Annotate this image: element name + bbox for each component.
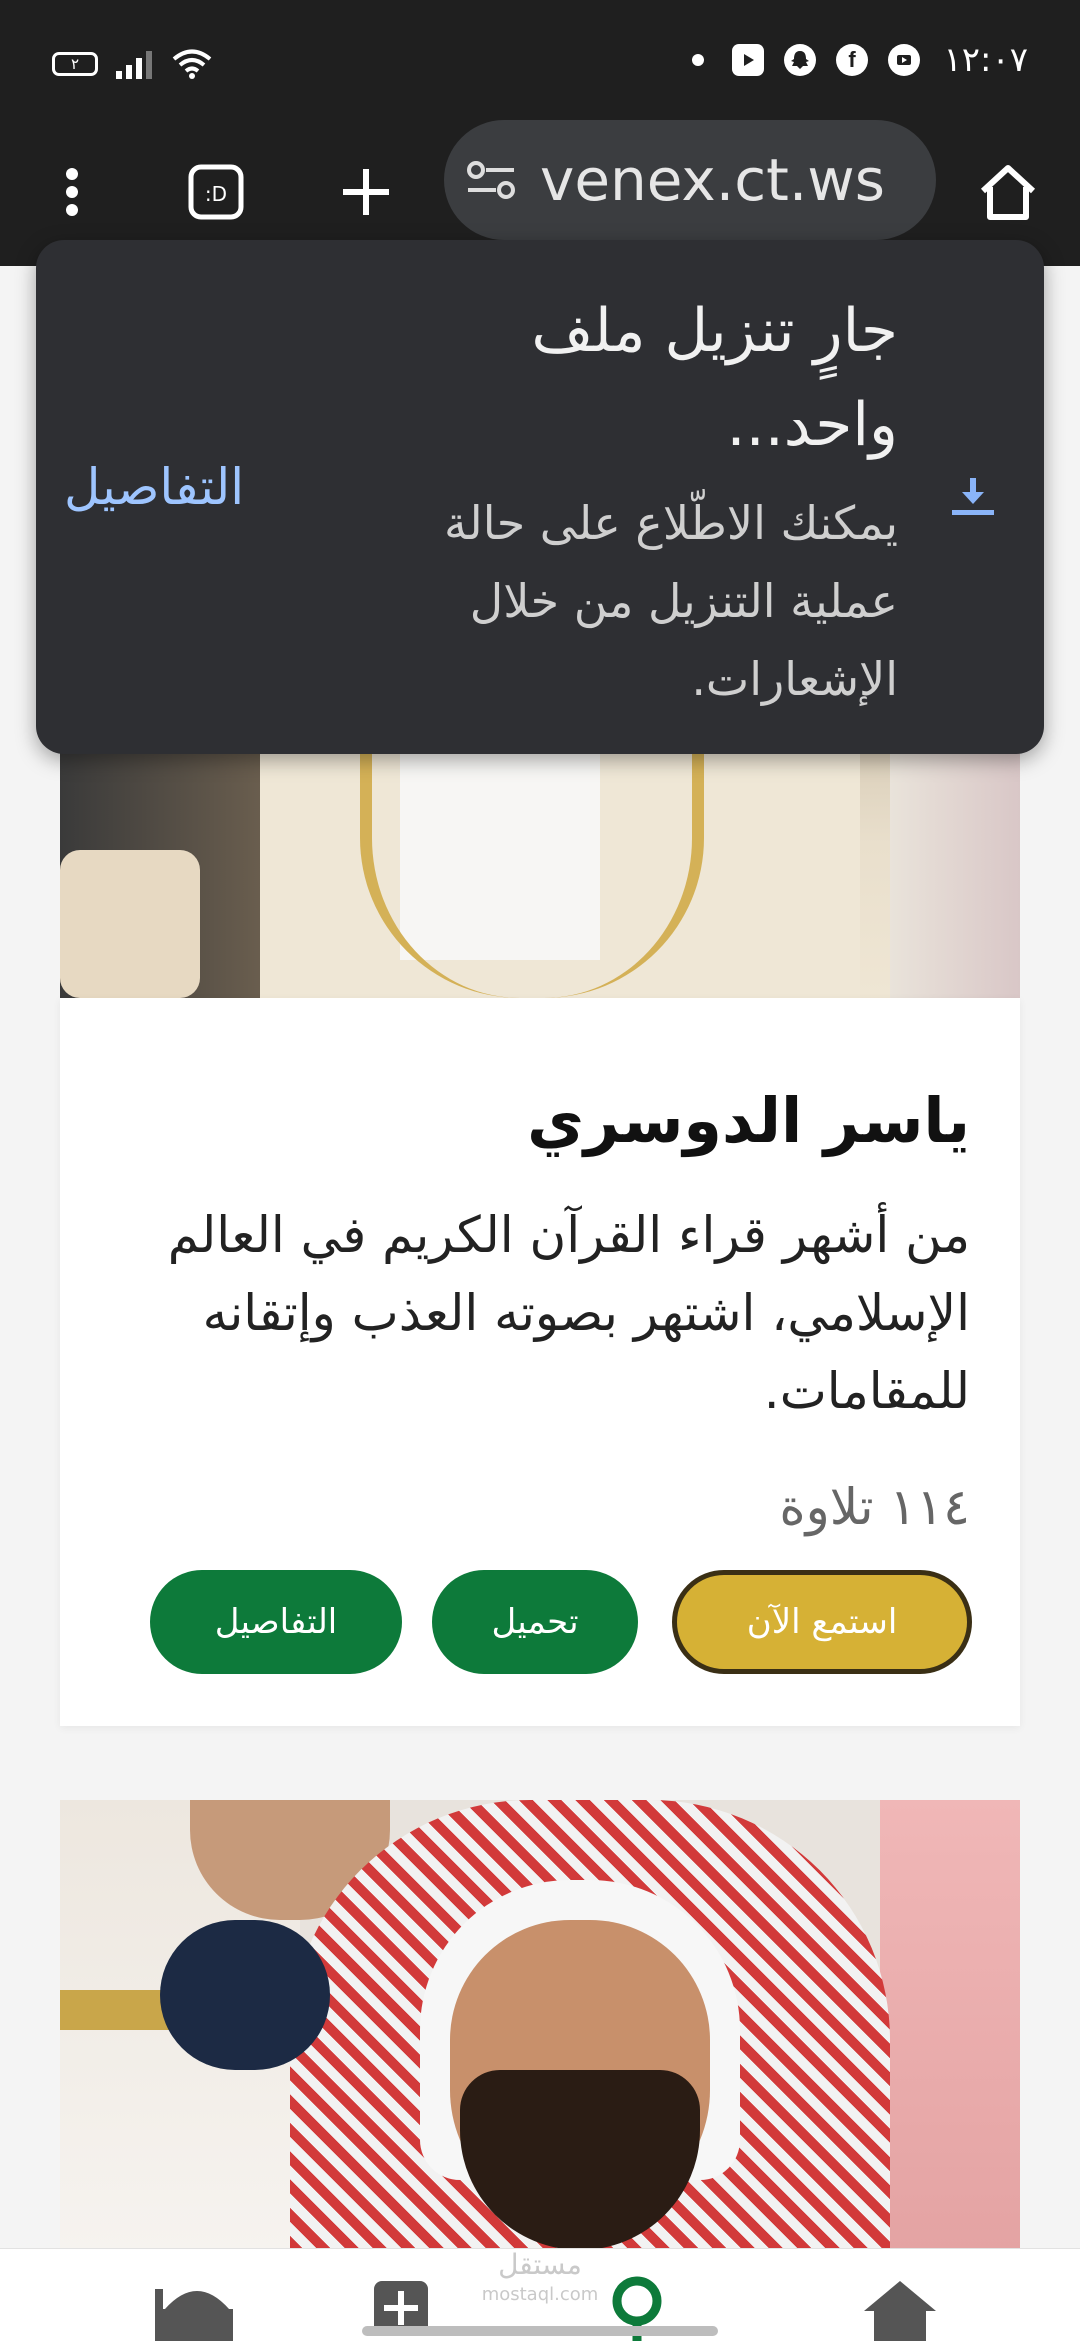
clock: ١٢:٠٧ xyxy=(943,40,1028,80)
download-icon xyxy=(952,478,994,515)
reciter-photo xyxy=(60,740,1020,998)
reciter-name: ياسر الدوسري xyxy=(527,1084,970,1157)
download-snackbar: جارٍ تنزيل ملف واحد... يمكنك الاطّلاع عل… xyxy=(36,240,1044,754)
facebook-icon: f xyxy=(836,44,868,76)
snackbar-details-link[interactable]: التفاصيل xyxy=(64,458,244,516)
youtube-icon xyxy=(732,44,764,76)
youtube-alt-icon xyxy=(888,44,920,76)
plus-icon xyxy=(343,169,389,215)
reciter-description: من أشهر قراء القرآن الكريم في العالم الإ… xyxy=(167,1206,970,1420)
url-text: venex.ct.ws xyxy=(540,146,885,214)
site-settings-icon[interactable] xyxy=(466,160,516,200)
address-bar[interactable]: venex.ct.ws xyxy=(444,120,936,240)
watermark-brand: مستقل xyxy=(498,2248,582,2281)
tab-switcher-button[interactable]: :D xyxy=(176,152,256,232)
system-indicators: ٢ xyxy=(52,48,212,80)
snackbar-message: يمكنك الاطّلاع على حالة عملية التنزيل من… xyxy=(444,496,898,706)
signal-icon xyxy=(116,51,152,79)
watermark: مستقل mostaql.com xyxy=(470,2250,610,2310)
home-button[interactable] xyxy=(968,152,1048,232)
tab-switcher-icon: :D xyxy=(188,164,244,220)
overflow-menu-icon xyxy=(66,168,78,216)
details-button[interactable]: التفاصيل xyxy=(150,1570,402,1674)
recitation-count: ١١٤ تلاوة xyxy=(779,1478,970,1536)
mosque-icon[interactable] xyxy=(155,2279,239,2341)
listen-now-button[interactable]: استمع الآن xyxy=(672,1570,972,1674)
notification-icons: f xyxy=(692,44,920,76)
more-notifications-dot xyxy=(692,54,704,66)
gesture-bar[interactable] xyxy=(362,2326,718,2336)
battery-icon: ٢ xyxy=(52,52,98,76)
download-button[interactable]: تحميل xyxy=(432,1570,638,1674)
new-tab-button[interactable] xyxy=(326,152,406,232)
reciter-card: ياسر الدوسري من أشهر قراء القرآن الكريم … xyxy=(60,998,1020,1726)
reciter-photo-2 xyxy=(60,1800,1020,2250)
menu-button[interactable] xyxy=(32,152,112,232)
snapchat-icon xyxy=(784,44,816,76)
wifi-icon xyxy=(172,49,212,79)
battery-level: ٢ xyxy=(70,55,80,73)
svg-text::D: :D xyxy=(205,182,227,206)
home-nav-icon[interactable] xyxy=(862,2279,938,2341)
status-bar: ٢ f ١٢:٠٧ xyxy=(0,0,1080,120)
watermark-domain: mostaql.com xyxy=(481,2284,599,2305)
snackbar-title: جارٍ تنزيل ملف واحد... xyxy=(531,296,898,460)
home-icon xyxy=(980,165,1036,220)
